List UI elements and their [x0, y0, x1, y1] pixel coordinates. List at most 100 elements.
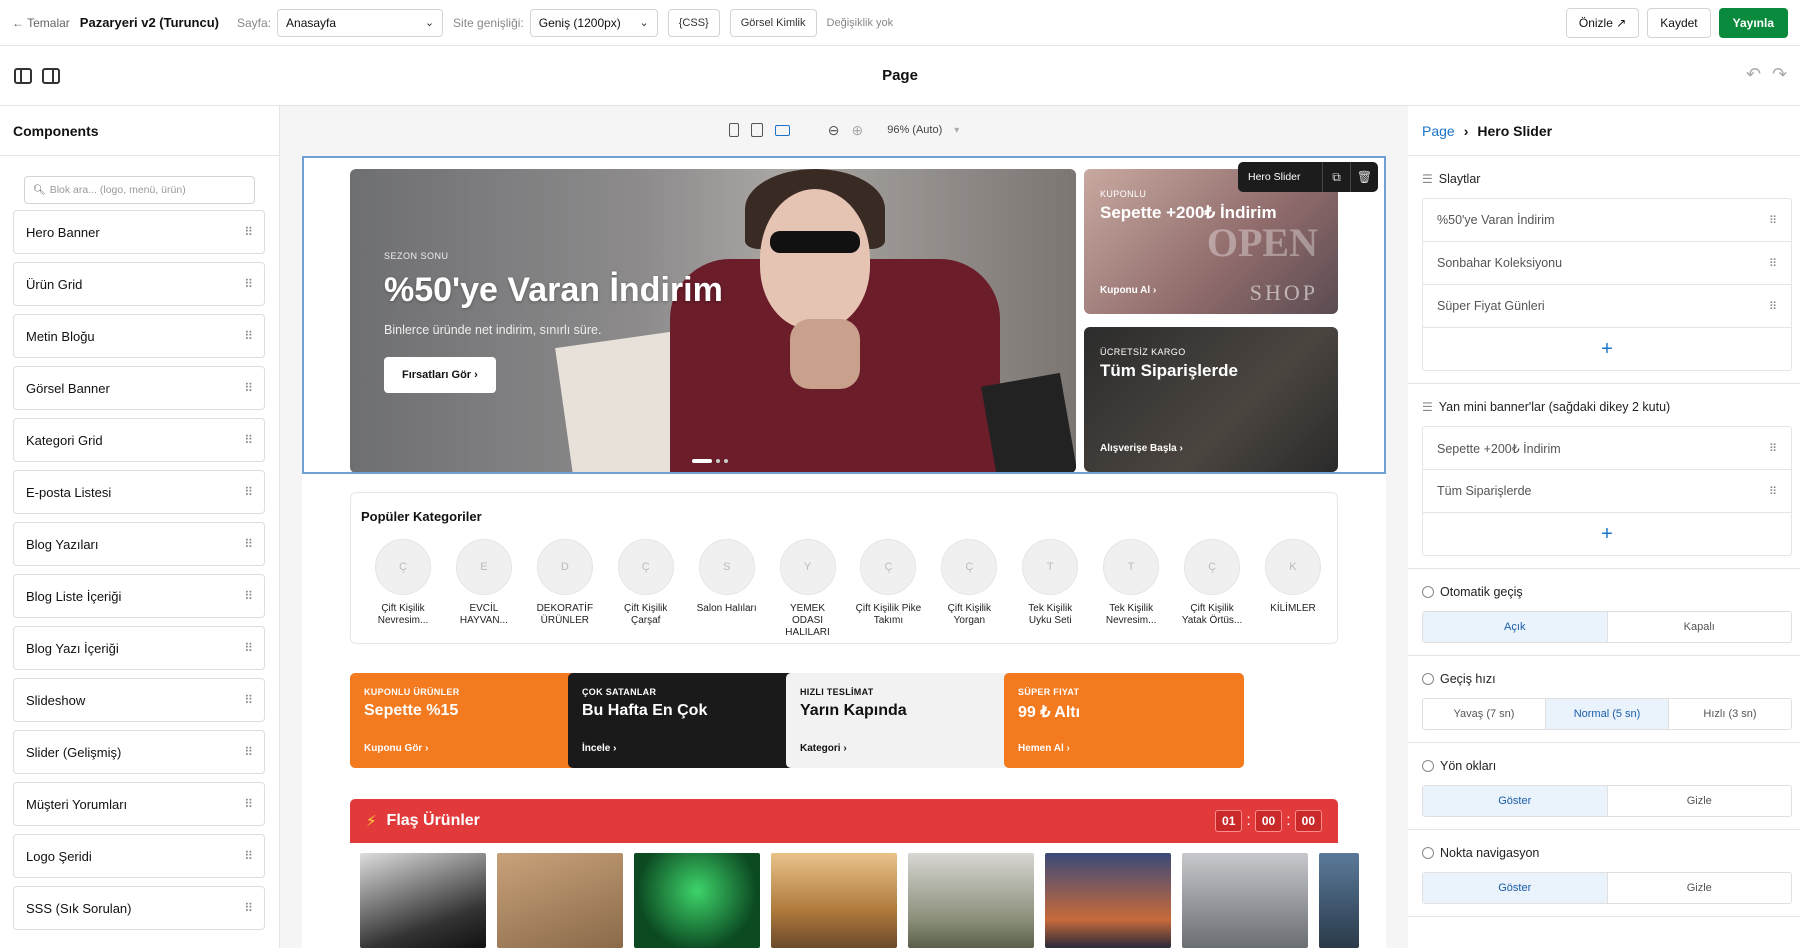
drag-handle-icon[interactable]: ⠿ [244, 797, 253, 811]
add-item-button[interactable]: + [1423, 513, 1791, 555]
autoplay-on-option[interactable]: Açık [1423, 612, 1608, 642]
component-item[interactable]: Slideshow ⠿ [13, 678, 265, 722]
trash-icon[interactable]: 🗑︎ [1350, 162, 1378, 192]
drag-handle-icon[interactable]: ⠿ [244, 641, 253, 655]
promo-link[interactable]: İncele › [582, 743, 616, 754]
undo-icon[interactable]: ↶ [1746, 64, 1761, 85]
drag-handle-icon[interactable]: ⠿ [244, 693, 253, 707]
product-image[interactable] [497, 853, 623, 948]
promo-link[interactable]: Kuponu Gör › [364, 743, 428, 754]
redo-icon[interactable]: ↷ [1772, 64, 1787, 85]
component-item[interactable]: Müşteri Yorumları ⠿ [13, 782, 265, 826]
back-to-themes-link[interactable]: ← Temalar [12, 16, 70, 30]
css-button[interactable]: {CSS} [667, 8, 720, 37]
promo-link[interactable]: Kategori › [800, 743, 847, 754]
product-image[interactable] [1045, 853, 1171, 948]
page-select[interactable]: Anasayfa ⌄ [277, 8, 444, 37]
product-image[interactable] [908, 853, 1034, 948]
drag-handle-icon[interactable]: ⠿ [244, 433, 253, 447]
category-item[interactable]: Ç Çift Kişilik Çarşaf [612, 539, 680, 639]
component-item[interactable]: Blog Yazıları ⠿ [13, 522, 265, 566]
component-item[interactable]: Blog Yazı İçeriği ⠿ [13, 626, 265, 670]
category-item[interactable]: Ç Çift Kişilik Yorgan [935, 539, 1003, 639]
preview-button[interactable]: Önizle ↗ [1565, 7, 1640, 38]
category-item[interactable]: Y YEMEK ODASI HALILARI [774, 539, 842, 639]
breadcrumb-page-link[interactable]: Page [1422, 123, 1455, 139]
component-item[interactable]: Ürün Grid ⠿ [13, 262, 265, 306]
component-item[interactable]: Blog Liste İçeriği ⠿ [13, 574, 265, 618]
category-item[interactable]: T Tek Kişilik Uyku Seti [1016, 539, 1084, 639]
component-search-input[interactable]: 🔍︎ Blok ara... (logo, menü, ürün) [24, 176, 255, 204]
drag-handle-icon[interactable]: ⠿ [244, 745, 253, 759]
product-image[interactable] [1319, 853, 1359, 948]
promo-card[interactable]: SÜPER FIYAT 99 ₺ Altı Hemen Al › [1004, 673, 1244, 768]
mini-banner-link[interactable]: Alışverişe Başla › [1100, 443, 1183, 454]
slide-dot[interactable] [724, 459, 728, 463]
category-item[interactable]: S Salon Halıları [693, 539, 761, 639]
speed-normal-option[interactable]: Normal (5 sn) [1546, 699, 1669, 729]
component-item[interactable]: Metin Bloğu ⠿ [13, 314, 265, 358]
drag-handle-icon[interactable]: ⠿ [1769, 257, 1777, 270]
drag-handle-icon[interactable]: ⠿ [1769, 485, 1777, 498]
category-item[interactable]: T Tek Kişilik Nevresim... [1097, 539, 1165, 639]
list-item[interactable]: Tüm Siparişlerde ⠿ [1423, 470, 1791, 513]
category-item[interactable]: Ç Çift Kişilik Nevresim... [369, 539, 437, 639]
category-item[interactable]: D DEKORATİF ÜRÜNLER [531, 539, 599, 639]
hero-slide[interactable]: SEZON SONU %50'ye Varan İndirim Binlerce… [350, 169, 1076, 473]
arrows-show-option[interactable]: Göster [1423, 786, 1608, 816]
drag-handle-icon[interactable]: ⠿ [244, 329, 253, 343]
category-item[interactable]: Ç Çift Kişilik Pike Takımı [854, 539, 922, 639]
dots-show-option[interactable]: Göster [1423, 873, 1608, 903]
component-item[interactable]: Logo Şeridi ⠿ [13, 834, 265, 878]
autoplay-off-option[interactable]: Kapalı [1608, 612, 1792, 642]
publish-button[interactable]: Yayınla [1718, 7, 1788, 38]
drag-handle-icon[interactable]: ⠿ [1769, 442, 1777, 455]
chevron-down-icon[interactable]: ▾ [954, 125, 959, 136]
save-button[interactable]: Kaydet [1647, 7, 1711, 38]
drag-handle-icon[interactable]: ⠿ [244, 485, 253, 499]
promo-card[interactable]: KUPONLU ÜRÜNLER Sepette %15 Kuponu Gör › [350, 673, 590, 768]
visual-identity-button[interactable]: Görsel Kimlik [729, 8, 817, 37]
promo-link[interactable]: Hemen Al › [1018, 743, 1070, 754]
product-image[interactable] [1182, 853, 1308, 948]
speed-slow-option[interactable]: Yavaş (7 sn) [1423, 699, 1546, 729]
list-item[interactable]: Sepette +200₺ İndirim ⠿ [1423, 427, 1791, 470]
zoom-in-icon[interactable]: ⊕ [851, 122, 863, 139]
add-item-button[interactable]: + [1423, 328, 1791, 370]
component-item[interactable]: SSS (Sık Sorulan) ⠿ [13, 886, 265, 930]
component-item[interactable]: Görsel Banner ⠿ [13, 366, 265, 410]
product-image[interactable] [634, 853, 760, 948]
list-item[interactable]: Süper Fiyat Günleri ⠿ [1423, 285, 1791, 328]
slide-dot-active[interactable] [692, 459, 712, 463]
component-item[interactable]: Slider (Gelişmiş) ⠿ [13, 730, 265, 774]
drag-handle-icon[interactable]: ⠿ [244, 849, 253, 863]
zoom-out-icon[interactable]: ⊖ [828, 122, 840, 139]
component-item[interactable]: E-posta Listesi ⠿ [13, 470, 265, 514]
promo-card[interactable]: ÇOK SATANLAR Bu Hafta En Çok İncele › [568, 673, 808, 768]
drag-handle-icon[interactable]: ⠿ [1769, 300, 1777, 313]
product-image[interactable] [771, 853, 897, 948]
mobile-view-icon[interactable] [728, 123, 739, 137]
tablet-view-icon[interactable] [750, 123, 763, 137]
category-item[interactable]: Ç Çift Kişilik Yatak Örtüs... [1178, 539, 1246, 639]
drag-handle-icon[interactable]: ⠿ [244, 225, 253, 239]
hero-cta-button[interactable]: Fırsatları Gör › [384, 357, 496, 393]
category-item[interactable]: K KİLİMLER [1259, 539, 1327, 639]
category-item[interactable]: E EVCİL HAYVAN... [450, 539, 518, 639]
list-item[interactable]: %50'ye Varan İndirim ⠿ [1423, 199, 1791, 242]
dots-hide-option[interactable]: Gizle [1608, 873, 1792, 903]
product-image[interactable] [360, 853, 486, 948]
component-item[interactable]: Kategori Grid ⠿ [13, 418, 265, 462]
slide-dot[interactable] [716, 459, 720, 463]
width-select[interactable]: Geniş (1200px) ⌄ [529, 8, 658, 37]
drag-handle-icon[interactable]: ⠿ [244, 537, 253, 551]
component-item[interactable]: Hero Banner ⠿ [13, 210, 265, 254]
arrows-hide-option[interactable]: Gizle [1608, 786, 1792, 816]
mini-banner-link[interactable]: Kuponu Al › [1100, 285, 1156, 296]
drag-handle-icon[interactable]: ⠿ [244, 901, 253, 915]
mini-banner-shipping[interactable]: ÜCRETSİZ KARGO Tüm Siparişlerde Alışveri… [1084, 327, 1338, 472]
promo-card[interactable]: HIZLI TESLİMAT Yarın Kapında Kategori › [786, 673, 1026, 768]
drag-handle-icon[interactable]: ⠿ [244, 381, 253, 395]
list-item[interactable]: Sonbahar Koleksiyonu ⠿ [1423, 242, 1791, 285]
speed-fast-option[interactable]: Hızlı (3 sn) [1669, 699, 1791, 729]
